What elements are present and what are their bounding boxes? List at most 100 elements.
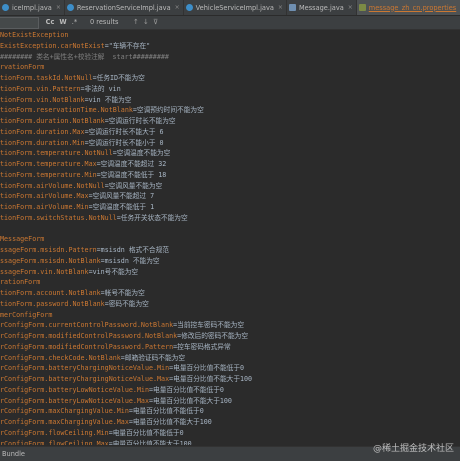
close-icon[interactable]: ×: [278, 4, 283, 11]
code-line: tionForm.airVolume.Min=空调温度不能低于 1: [0, 202, 460, 213]
code-editor[interactable]: NotExistException ExistException.carNotEx…: [0, 30, 460, 445]
property-key: rConfigForm.checkCode.NotBlank: [0, 353, 121, 362]
properties-file-icon: [358, 4, 366, 11]
code-line: rConfigForm.currentControlPassword.NotBl…: [0, 320, 460, 331]
code-line: rConfigForm.modifiedControlPassword.NotB…: [0, 331, 460, 342]
property-key: rConfigForm.batteryLowNoticeValue.Max: [0, 396, 149, 405]
class-icon: [66, 4, 74, 11]
property-key: ssageForm.msisdn.Pattern: [0, 246, 97, 254]
property-key: rConfigForm.batteryChargingNoticeValue.M…: [0, 375, 170, 383]
match-case-toggle[interactable]: Cc: [43, 17, 57, 27]
property-value: =任务ID不能为空: [92, 74, 145, 82]
property-key: ExistException.carNotExist: [0, 41, 105, 50]
code-line: rConfigForm.maxChargingValue.Min=电量百分比值不…: [0, 406, 460, 417]
property-key: tionForm.taskId.NotNull: [0, 74, 93, 82]
code-line: rvationForm: [0, 62, 460, 73]
close-icon[interactable]: ×: [348, 4, 353, 11]
close-icon[interactable]: ×: [175, 4, 180, 11]
java-file-icon: [288, 4, 296, 11]
property-value: =空调温度不能超过 32: [96, 160, 167, 168]
code-line: tionForm.switchStatus.NotNull=任务开关状态不能为空: [0, 213, 460, 224]
property-value: =空调风量不能为空: [104, 181, 163, 190]
property-key: tionForm.reservationTime.NotBlank: [0, 106, 133, 115]
property-key: rConfigForm.modifiedControlPassword.Patt…: [0, 342, 174, 351]
property-value: =vin 不能为空: [84, 95, 132, 104]
property-value: =空调温度不能为空: [112, 149, 171, 158]
property-value: =空调运行时长不能为空: [104, 117, 176, 125]
search-results-count: 0 results: [90, 18, 119, 26]
property-value: ="车辆不存在": [104, 41, 151, 50]
property-value: =邮箱验证码不能为空: [120, 353, 186, 362]
code-line: rConfigForm.batteryChargingNoticeValue.M…: [0, 374, 460, 385]
property-key: rvationForm: [0, 63, 45, 72]
editor-tab[interactable]: VehicleServiceImpl.java ×: [184, 0, 287, 15]
code-line: tionForm.temperature.Max=空调温度不能超过 32: [0, 159, 460, 170]
property-key: tionForm.duration.Max: [0, 127, 85, 136]
property-key: tionForm.account.NotBlank: [0, 289, 101, 297]
filter-icon[interactable]: ⊽: [153, 17, 158, 27]
property-key: rationForm: [0, 278, 41, 287]
tab-label: message_zh_cn.properties: [368, 3, 457, 12]
property-key: tionForm.switchStatus.NotNull: [0, 213, 117, 222]
code-line: ExistException.carNotExist="车辆不存在": [0, 41, 460, 52]
code-line: tionForm.password.NotBlank=密码不能为空: [0, 299, 460, 310]
code-line: ssageForm.msisdn.NotBlank=msisdn 不能为空: [0, 256, 460, 267]
class-icon: [2, 4, 9, 11]
code-line: NotExistException: [0, 30, 460, 41]
property-key: rConfigForm.flowCeiling.Max: [0, 439, 109, 446]
property-value: =电量百分比值不能大于100: [148, 396, 232, 405]
property-value: =密码不能为空: [104, 299, 149, 308]
search-input[interactable]: [0, 17, 39, 29]
tab-label: iceImpl.java: [12, 3, 52, 12]
property-value: =空调温度不能低于 1: [88, 203, 155, 211]
regex-toggle[interactable]: .*: [70, 17, 79, 27]
editor-tab[interactable]: ReservationServiceImpl.java ×: [65, 0, 184, 15]
editor-tab[interactable]: message_zh_cn.properties×: [356, 0, 460, 15]
code-line: rConfigForm.batteryChargingNoticeValue.M…: [0, 363, 460, 374]
code-line: tionForm.temperature.NotNull=空调温度不能为空: [0, 148, 460, 159]
editor-tab[interactable]: iceImpl.java ×: [0, 0, 65, 15]
code-line: rConfigForm.maxChargingValue.Max=电量百分比值不…: [0, 417, 460, 428]
property-key: rConfigForm.maxChargingValue.Min: [0, 407, 129, 416]
property-key: rConfigForm.maxChargingValue.Max: [0, 418, 129, 426]
property-value: =电量百分比值不能大于100: [169, 375, 253, 383]
editor-scrollbar[interactable]: [454, 30, 460, 445]
code-line: tionForm.taskId.NotNull=任务ID不能为空: [0, 73, 460, 84]
code-line: ssageForm.vin.NotBlank=vin号不能为空: [0, 267, 460, 278]
property-key: NotExistException: [0, 31, 69, 39]
property-value: =电量百分比值不能低于0: [108, 428, 184, 437]
code-line: tionForm.duration.Max=空调运行时长不能大于 6: [0, 127, 460, 138]
property-key: tionForm.airVolume.NotNull: [0, 181, 105, 190]
watermark: @稀土掘金技术社区: [372, 444, 454, 454]
code-line: merConfigForm: [0, 310, 460, 321]
property-value: =电量百分比值不能大于100: [128, 418, 212, 426]
find-bar: Cc W .* 0 results ↑ ↓ ⊽: [0, 16, 460, 30]
bundle-tab[interactable]: Bundle: [0, 450, 25, 458]
property-key: tionForm.airVolume.Max: [0, 192, 89, 201]
tab-label: ReservationServiceImpl.java: [76, 3, 171, 12]
property-value: =修改后的密码不能为空: [177, 332, 249, 340]
code-line: rConfigForm.checkCode.NotBlank=邮箱验证码不能为空: [0, 353, 460, 364]
code-line: tionForm.airVolume.Max=空调风量不能超过 7: [0, 191, 460, 202]
code-line: rConfigForm.flowCeiling.Min=电量百分比值不能低于0: [0, 428, 460, 439]
property-key: tionForm.vin.Pattern: [0, 84, 81, 93]
next-occurrence-icon[interactable]: ↓: [143, 17, 149, 27]
property-key: tionForm.temperature.NotNull: [0, 149, 113, 158]
editor-tab[interactable]: Message.java ×: [287, 0, 357, 15]
code-line: tionForm.vin.NotBlank=vin 不能为空: [0, 95, 460, 106]
property-value: =非法的 vin: [80, 84, 121, 93]
property-key: MessageForm: [0, 235, 45, 244]
property-value: =空调运行时长不能小于 0: [84, 138, 164, 147]
property-key: rConfigForm.modifiedControlPassword.NotB…: [0, 332, 178, 340]
code-line: tionForm.duration.NotBlank=空调运行时长不能为空: [0, 116, 460, 127]
property-value: =控车密码格式异常: [173, 342, 231, 351]
previous-occurrence-icon[interactable]: ↑: [133, 17, 139, 27]
property-key: tionForm.temperature.Min: [0, 170, 97, 179]
close-icon[interactable]: ×: [56, 4, 61, 11]
tab-label: Message.java: [298, 3, 344, 12]
property-key: tionForm.airVolume.Min: [0, 203, 89, 211]
property-value: =空调运行时长不能大于 6: [84, 127, 164, 136]
code-line: MessageForm: [0, 234, 460, 245]
whole-words-toggle[interactable]: W: [58, 17, 68, 27]
code-line: tionForm.reservationTime.NotBlank=空调预约时间…: [0, 105, 460, 116]
